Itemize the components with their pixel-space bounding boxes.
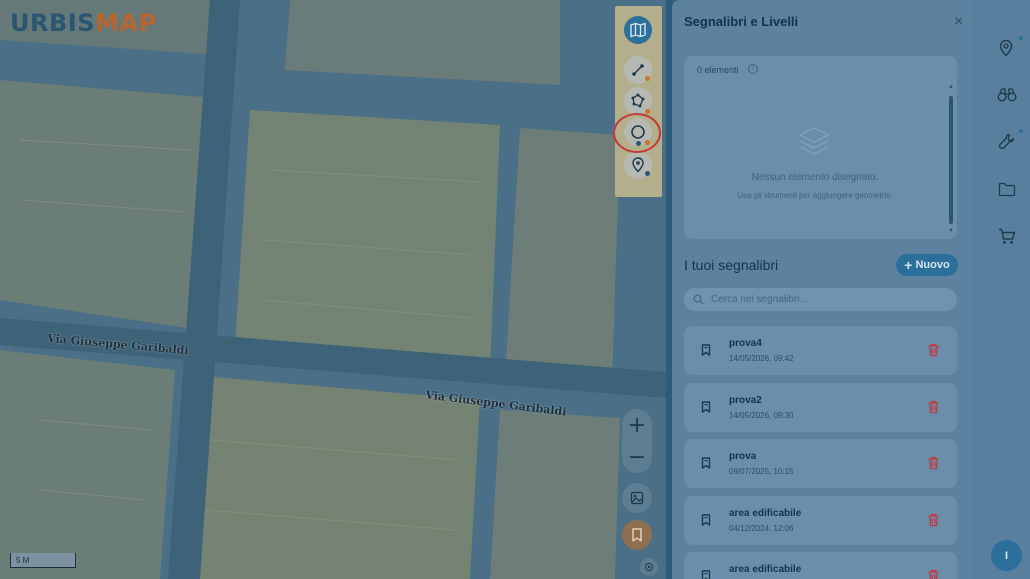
trash-icon[interactable] [927, 569, 940, 579]
marker-tool-icon [632, 157, 644, 173]
bookmark-icon [632, 528, 642, 542]
right-icon-strip: I [970, 0, 1030, 579]
marker-tool-button[interactable] [624, 151, 652, 179]
app-logo[interactable]: URBISMAP [10, 9, 157, 37]
line-tool-button[interactable] [624, 56, 652, 84]
folder-icon [998, 182, 1016, 197]
bookmark-row[interactable]: area edificabile 04/12/2024, 12:06 [684, 496, 957, 545]
binoculars-icon [997, 88, 1017, 102]
bookmark-name: area edificabile [729, 508, 802, 519]
map-layers-button[interactable] [624, 16, 652, 44]
bookmark-date: 14/05/2026, 09:30 [729, 411, 794, 420]
trash-icon[interactable] [927, 456, 940, 470]
places-badge [1019, 36, 1023, 40]
bookmark-icon [701, 514, 711, 526]
locate-button[interactable] [640, 558, 658, 576]
zoom-out-button[interactable]: − [622, 441, 652, 473]
layers-count: 0 elementi [697, 65, 739, 75]
projects-button[interactable] [998, 182, 1016, 202]
layers-stack-icon [799, 127, 829, 155]
basemap-image-icon [630, 491, 644, 505]
places-button[interactable] [998, 39, 1014, 62]
bookmark-row[interactable]: prova2 14/05/2026, 09:30 [684, 383, 957, 432]
bookmark-search-input[interactable] [711, 288, 941, 311]
polygon-tool-button[interactable] [624, 87, 652, 115]
bookmarks-toggle-button[interactable] [622, 520, 652, 550]
drawing-toolbar [615, 6, 662, 197]
bookmarks-section-title: I tuoi segnalibri [684, 257, 779, 273]
bookmark-row[interactable]: area edificabile [684, 552, 957, 579]
scale-bar: 5 M [10, 553, 76, 568]
trash-icon[interactable] [927, 513, 940, 527]
panel-title: Segnalibri e Livelli [684, 14, 799, 29]
logo-text-urbis: URBIS [10, 9, 95, 37]
trash-icon[interactable] [927, 343, 940, 357]
bookmark-date: 04/12/2024, 12:06 [729, 524, 794, 533]
bookmark-search [684, 288, 957, 311]
tools-button[interactable] [998, 133, 1015, 155]
info-icon[interactable]: i [748, 64, 758, 74]
layers-scroll-down-icon[interactable]: ▼ [948, 228, 954, 234]
search-icon [693, 294, 704, 305]
bookmark-name: area edificabile [729, 564, 802, 575]
bookmarks-layers-panel: Segnalibri e Livelli × 0 elementi i Ness… [672, 0, 979, 579]
line-tool-icon [632, 64, 644, 76]
bookmark-name: prova [729, 451, 757, 462]
tools-badge [1019, 129, 1023, 133]
user-avatar[interactable]: I [991, 540, 1022, 571]
wrench-icon [998, 134, 1014, 150]
bookmark-icon [701, 401, 711, 413]
empty-state-title: Nessun elemento disegnato. [751, 172, 879, 183]
bookmark-icon [701, 457, 711, 469]
layers-section: 0 elementi i Nessun elemento disegnato. … [684, 56, 957, 239]
bookmark-row[interactable]: prova4 14/05/2026, 09:42 [684, 326, 957, 375]
layers-scrollbar-thumb[interactable] [949, 96, 953, 224]
zoom-control: + − [622, 409, 652, 473]
map-imagery [0, 0, 666, 579]
zoom-in-button[interactable]: + [622, 409, 652, 441]
highlight-ring [613, 113, 661, 153]
close-panel-button[interactable]: × [954, 13, 963, 31]
bookmark-icon [701, 344, 711, 356]
bookmark-name: prova4 [729, 338, 762, 349]
explore-button[interactable] [997, 87, 1017, 108]
bookmark-name: prova2 [729, 395, 762, 406]
map-view[interactable]: URBISMAP Via Giuseppe Garibaldi Via Gius… [0, 0, 666, 579]
location-icon [645, 563, 653, 571]
bookmark-row[interactable]: prova 09/07/2025, 10:15 [684, 439, 957, 488]
line-tool-badge [645, 76, 650, 81]
location-pin-icon [999, 39, 1013, 57]
polygon-tool-badge [645, 109, 650, 114]
plus-icon: + [904, 257, 913, 273]
layers-scroll-up-icon[interactable]: ▲ [948, 84, 954, 90]
polygon-tool-icon [631, 93, 645, 108]
bookmark-icon [701, 570, 711, 579]
logo-text-map: MAP [94, 9, 157, 37]
basemap-button[interactable] [622, 483, 652, 513]
empty-state-subtitle: Usa gli strumenti per aggiungere geometr… [737, 191, 893, 200]
marker-tool-badge [645, 171, 650, 176]
map-icon [630, 22, 646, 38]
new-bookmark-button[interactable]: + Nuovo [896, 254, 958, 276]
trash-icon[interactable] [927, 400, 940, 414]
new-bookmark-label: Nuovo [915, 259, 950, 271]
cart-icon [999, 228, 1016, 244]
cart-button[interactable] [998, 228, 1016, 250]
bookmark-date: 09/07/2025, 10:15 [729, 467, 794, 476]
bookmark-date: 14/05/2026, 09:42 [729, 354, 794, 363]
